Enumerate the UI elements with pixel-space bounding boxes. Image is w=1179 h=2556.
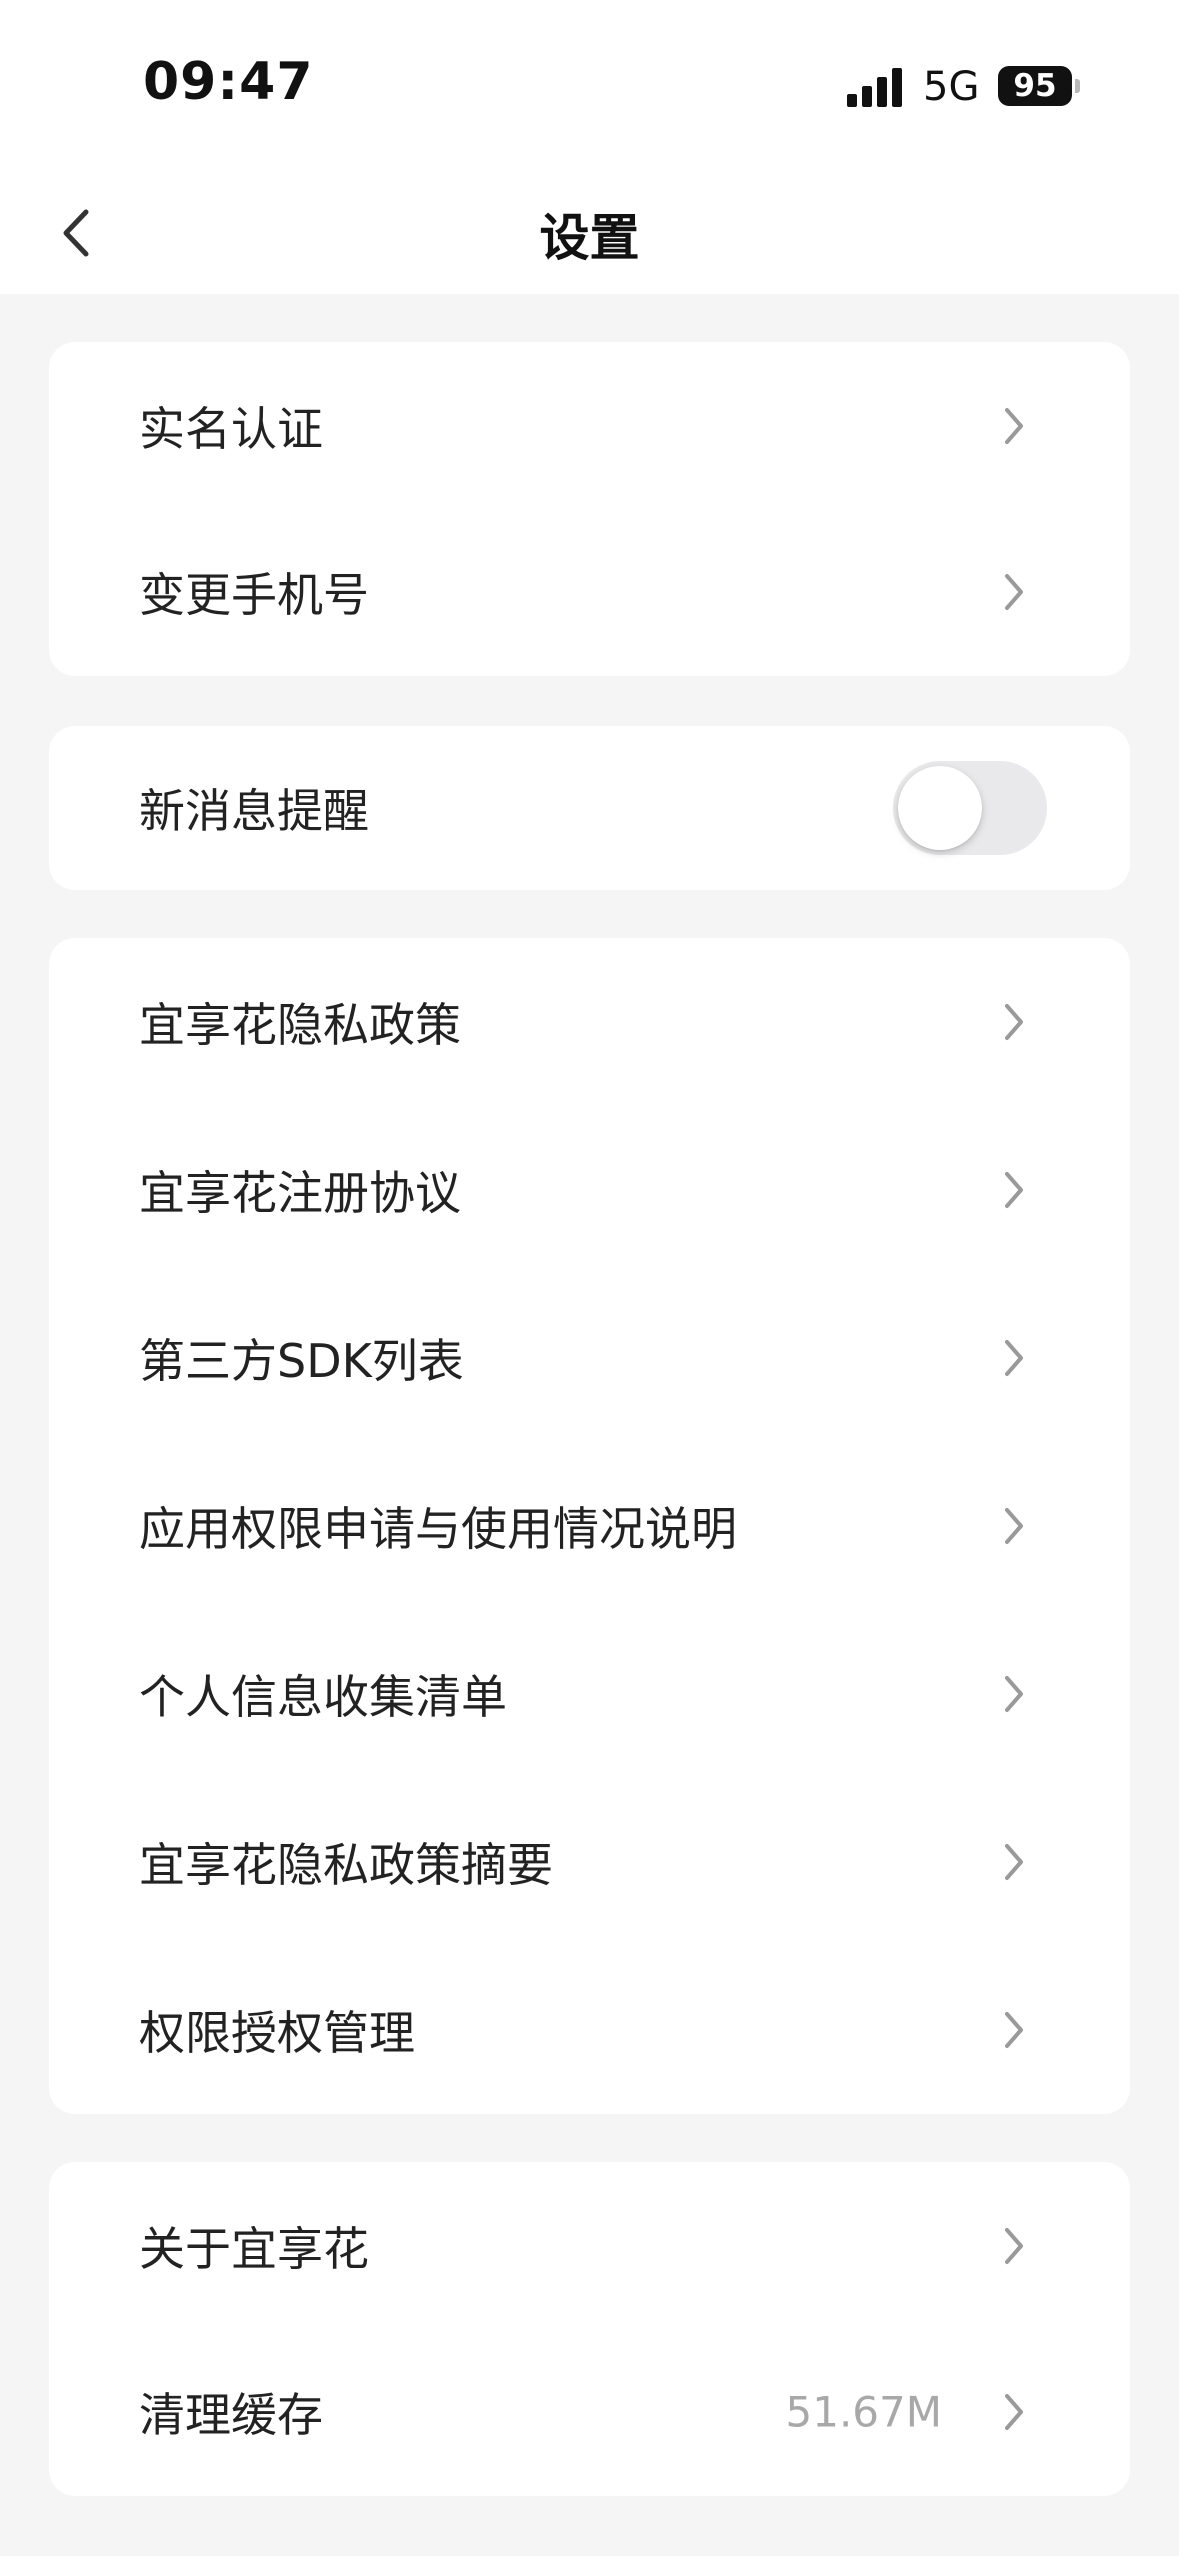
chevron-right-icon — [1005, 1004, 1023, 1040]
chevron-right-icon — [1005, 1172, 1023, 1208]
row-privacy-policy-summary[interactable]: 宜享花隐私政策摘要 — [49, 1778, 1130, 1946]
new-message-alert-toggle[interactable] — [893, 761, 1047, 855]
navigation-bar: 设置 — [0, 170, 1179, 294]
row-new-message-alert: 新消息提醒 — [49, 726, 1130, 890]
row-label: 实名认证 — [139, 402, 323, 456]
row-label: 变更手机号 — [139, 568, 369, 622]
chevron-right-icon — [1005, 1340, 1023, 1376]
signal-icon — [847, 68, 902, 107]
status-bar: 09:47 5G 95 — [0, 0, 1179, 170]
app-card: 关于宜享花 清理缓存 51.67M — [49, 2162, 1130, 2496]
row-label: 应用权限申请与使用情况说明 — [139, 1502, 737, 1556]
chevron-right-icon — [1005, 2394, 1023, 2430]
battery-icon: 95 — [998, 66, 1082, 106]
battery-level: 95 — [998, 66, 1072, 106]
row-label: 宜享花注册协议 — [139, 1166, 461, 1220]
page-title: 设置 — [539, 209, 640, 267]
row-real-name-verification[interactable]: 实名认证 — [49, 342, 1130, 510]
chevron-right-icon — [1005, 2012, 1023, 2048]
row-privacy-policy[interactable]: 宜享花隐私政策 — [49, 938, 1130, 1106]
row-personal-info-list[interactable]: 个人信息收集清单 — [49, 1610, 1130, 1778]
toggle-knob — [898, 766, 982, 850]
chevron-right-icon — [1005, 2228, 1023, 2264]
row-change-phone[interactable]: 变更手机号 — [49, 508, 1130, 676]
row-label: 关于宜享花 — [139, 2222, 369, 2276]
row-app-permissions-description[interactable]: 应用权限申请与使用情况说明 — [49, 1442, 1130, 1610]
row-label: 新消息提醒 — [139, 784, 369, 838]
chevron-right-icon — [1005, 408, 1023, 444]
row-label: 权限授权管理 — [139, 2006, 415, 2060]
row-label: 个人信息收集清单 — [139, 1670, 507, 1724]
row-permission-management[interactable]: 权限授权管理 — [49, 1946, 1130, 2114]
row-label: 清理缓存 — [139, 2388, 323, 2442]
row-label: 宜享花隐私政策 — [139, 998, 461, 1052]
row-third-party-sdk-list[interactable]: 第三方SDK列表 — [49, 1274, 1130, 1442]
row-label: 宜享花隐私政策摘要 — [139, 1838, 553, 1892]
row-label: 第三方SDK列表 — [139, 1334, 464, 1388]
cache-size: 51.67M — [785, 2387, 942, 2437]
row-registration-agreement[interactable]: 宜享花注册协议 — [49, 1106, 1130, 1274]
network-type: 5G — [923, 64, 980, 110]
chevron-right-icon — [1005, 1844, 1023, 1880]
account-settings-card: 实名认证 变更手机号 — [49, 342, 1130, 676]
row-clear-cache[interactable]: 清理缓存 51.67M — [49, 2328, 1130, 2496]
battery-tip — [1075, 79, 1080, 93]
chevron-right-icon — [1005, 574, 1023, 610]
status-time: 09:47 — [143, 52, 314, 112]
notification-card: 新消息提醒 — [49, 726, 1130, 890]
chevron-right-icon — [1005, 1676, 1023, 1712]
policy-card: 宜享花隐私政策 宜享花注册协议 第三方SDK列表 应用权限申请与使用情况说明 个… — [49, 938, 1130, 2114]
row-about[interactable]: 关于宜享花 — [49, 2162, 1130, 2330]
chevron-right-icon — [1005, 1508, 1023, 1544]
